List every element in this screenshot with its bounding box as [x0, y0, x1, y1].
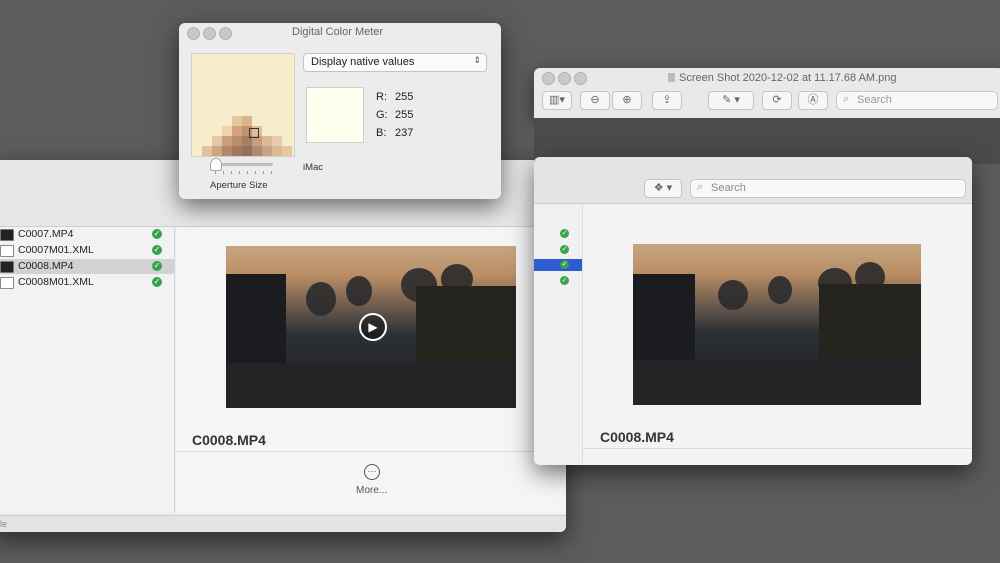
zoom-out-button[interactable]: ⊖: [580, 91, 610, 110]
xml-file-icon: [0, 245, 14, 257]
minimize-button[interactable]: [558, 72, 571, 85]
synced-check-icon: ✓: [152, 277, 162, 287]
video-file-icon: [0, 261, 14, 273]
xml-file-icon: [0, 277, 14, 289]
file-row-c0007-mp4[interactable]: C0007.MP4 ✓: [0, 227, 174, 242]
search-icon: ⌕: [697, 181, 704, 193]
dropbox-window: ❖ ▾ ⌕ Search ✓ ✓ ✓ ✓ C0008.MP4: [534, 157, 972, 465]
aperture-slider-knob[interactable]: [210, 158, 222, 171]
synced-check-icon: ✓: [560, 229, 569, 238]
finder-window: C0007.MP4 ✓ C0007M01.XML ✓ C0008.MP4 ✓ C…: [0, 160, 566, 532]
synced-check-icon: ✓: [560, 260, 569, 269]
file-name: C0007M01.XML: [18, 244, 94, 256]
markup-pen-icon: ✎ ▾: [722, 94, 740, 106]
zoom-button[interactable]: [219, 27, 232, 40]
annotate-icon: Ⓐ: [807, 94, 819, 106]
blue-label: B:: [376, 127, 387, 139]
synced-check-icon: ✓: [152, 261, 162, 271]
value-mode-select[interactable]: Display native values ⇕: [303, 53, 487, 72]
share-button[interactable]: ⇪: [652, 91, 682, 110]
synced-check-icon: ✓: [152, 229, 162, 239]
file-row-c0008-mp4[interactable]: C0008.MP4 ✓: [0, 259, 174, 274]
sidebar-toggle-button[interactable]: ▥▾: [542, 91, 572, 110]
color-meter-title: Digital Color Meter: [292, 26, 384, 38]
share-icon: ⇪: [662, 94, 672, 106]
rotate-button[interactable]: ⟳: [762, 91, 792, 110]
play-icon[interactable]: ▶: [359, 313, 387, 341]
preview-filename: C0008.MP4: [192, 432, 266, 448]
annotate-button[interactable]: Ⓐ: [798, 91, 828, 110]
dropbox-menu-button[interactable]: ❖ ▾: [644, 179, 682, 198]
synced-check-icon: ✓: [560, 276, 569, 285]
more-button-label[interactable]: More...: [356, 485, 387, 496]
blue-value: 237: [395, 127, 414, 139]
file-row-c0007m01-xml[interactable]: C0007M01.XML ✓: [0, 243, 174, 258]
window-title-text: Screen Shot 2020-12-02 at 11.17.68 AM.pn…: [679, 72, 897, 84]
minimize-button[interactable]: [203, 27, 216, 40]
search-placeholder: Search: [857, 94, 892, 106]
sidebar-icon: ▥▾: [549, 94, 565, 106]
file-name: C0008.MP4: [18, 260, 74, 272]
status-text: le: [0, 519, 8, 529]
synced-check-icon: ✓: [560, 245, 569, 254]
markup-button[interactable]: ✎ ▾: [708, 91, 754, 110]
video-thumbnail[interactable]: [633, 244, 921, 405]
file-name: C0008M01.XML: [18, 276, 94, 288]
preview-search-input[interactable]: ⌕ Search: [836, 91, 998, 110]
video-thumbnail[interactable]: ▶: [226, 246, 516, 408]
value-mode-label: Display native values: [311, 56, 415, 68]
preview-filename: C0008.MP4: [600, 429, 674, 445]
green-label: G:: [376, 109, 388, 121]
magnifier-view: [191, 53, 295, 157]
window-title: Screen Shot 2020-12-02 at 11.17.68 AM.pn…: [668, 72, 897, 84]
selected-row[interactable]: [534, 259, 582, 271]
file-name: C0007.MP4: [18, 228, 74, 240]
video-file-icon: [0, 229, 14, 241]
zoom-in-button[interactable]: ⊕: [612, 91, 642, 110]
dropbox-icon: ❖ ▾: [653, 182, 673, 194]
dropbox-toolbar: ❖ ▾ ⌕ Search: [534, 157, 972, 204]
dropbox-file-list: ✓ ✓ ✓ ✓: [534, 204, 583, 465]
color-swatch: [306, 87, 364, 143]
aperture-size-label: Aperture Size: [210, 180, 268, 191]
status-bar: le: [0, 515, 566, 532]
close-button[interactable]: [542, 72, 555, 85]
more-icon[interactable]: ⋯: [364, 464, 380, 480]
search-icon: ⌕: [843, 93, 850, 105]
red-value: 255: [395, 91, 414, 103]
zoom-out-icon: ⊖: [590, 94, 600, 106]
color-meter-titlebar: Digital Color Meter: [179, 23, 501, 41]
red-label: R:: [376, 91, 387, 103]
color-meter-window: Digital Color Meter Display native value…: [179, 23, 501, 199]
dropbox-search-input[interactable]: ⌕ Search: [690, 179, 966, 198]
green-value: 255: [395, 109, 414, 121]
rotate-icon: ⟳: [772, 94, 782, 106]
search-placeholder: Search: [711, 182, 746, 194]
zoom-button[interactable]: [574, 72, 587, 85]
preview-app-window: Screen Shot 2020-12-02 at 11.17.68 AM.pn…: [534, 68, 1000, 118]
file-list: C0007.MP4 ✓ C0007M01.XML ✓ C0008.MP4 ✓ C…: [0, 227, 175, 513]
zoom-in-icon: ⊕: [622, 94, 632, 106]
document-icon: [668, 73, 675, 82]
aperture-marker: [249, 128, 259, 138]
display-name: iMac: [303, 162, 324, 173]
synced-check-icon: ✓: [152, 245, 162, 255]
chevron-updown-icon: ⇕: [473, 55, 481, 65]
file-row-c0008m01-xml[interactable]: C0008M01.XML ✓: [0, 275, 174, 290]
close-button[interactable]: [187, 27, 200, 40]
preview-pane: ▶ C0008.MP4 ⋯ More...: [176, 227, 566, 513]
